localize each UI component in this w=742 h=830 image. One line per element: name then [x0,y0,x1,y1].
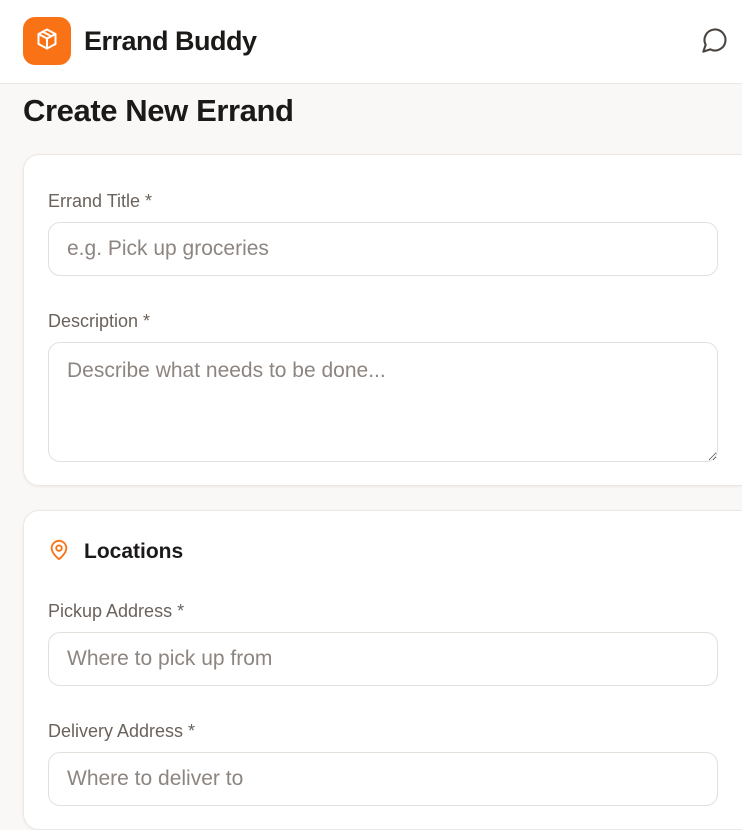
pickup-address-label: Pickup Address * [48,601,185,621]
map-pin-icon [48,539,70,566]
pickup-address-input[interactable] [48,632,718,686]
app-logo [23,17,71,65]
delivery-address-label: Delivery Address * [48,721,196,741]
locations-heading: Locations [84,540,184,563]
errand-details-card: Errand Title * Description * [23,154,742,486]
app-title: Errand Buddy [84,26,257,56]
package-icon [35,27,59,56]
chat-button[interactable] [700,27,730,57]
message-circle-icon [701,26,729,59]
errand-title-label: Errand Title * [48,191,153,211]
page-title: Create New Errand [23,93,294,128]
description-textarea[interactable] [48,342,718,462]
app-header: Errand Buddy [0,0,742,84]
delivery-address-input[interactable] [48,752,718,806]
locations-header: Locations [48,539,183,565]
errand-title-input[interactable] [48,222,718,276]
locations-card: Locations Pickup Address * Delivery Addr… [23,510,742,830]
description-label: Description * [48,311,151,331]
